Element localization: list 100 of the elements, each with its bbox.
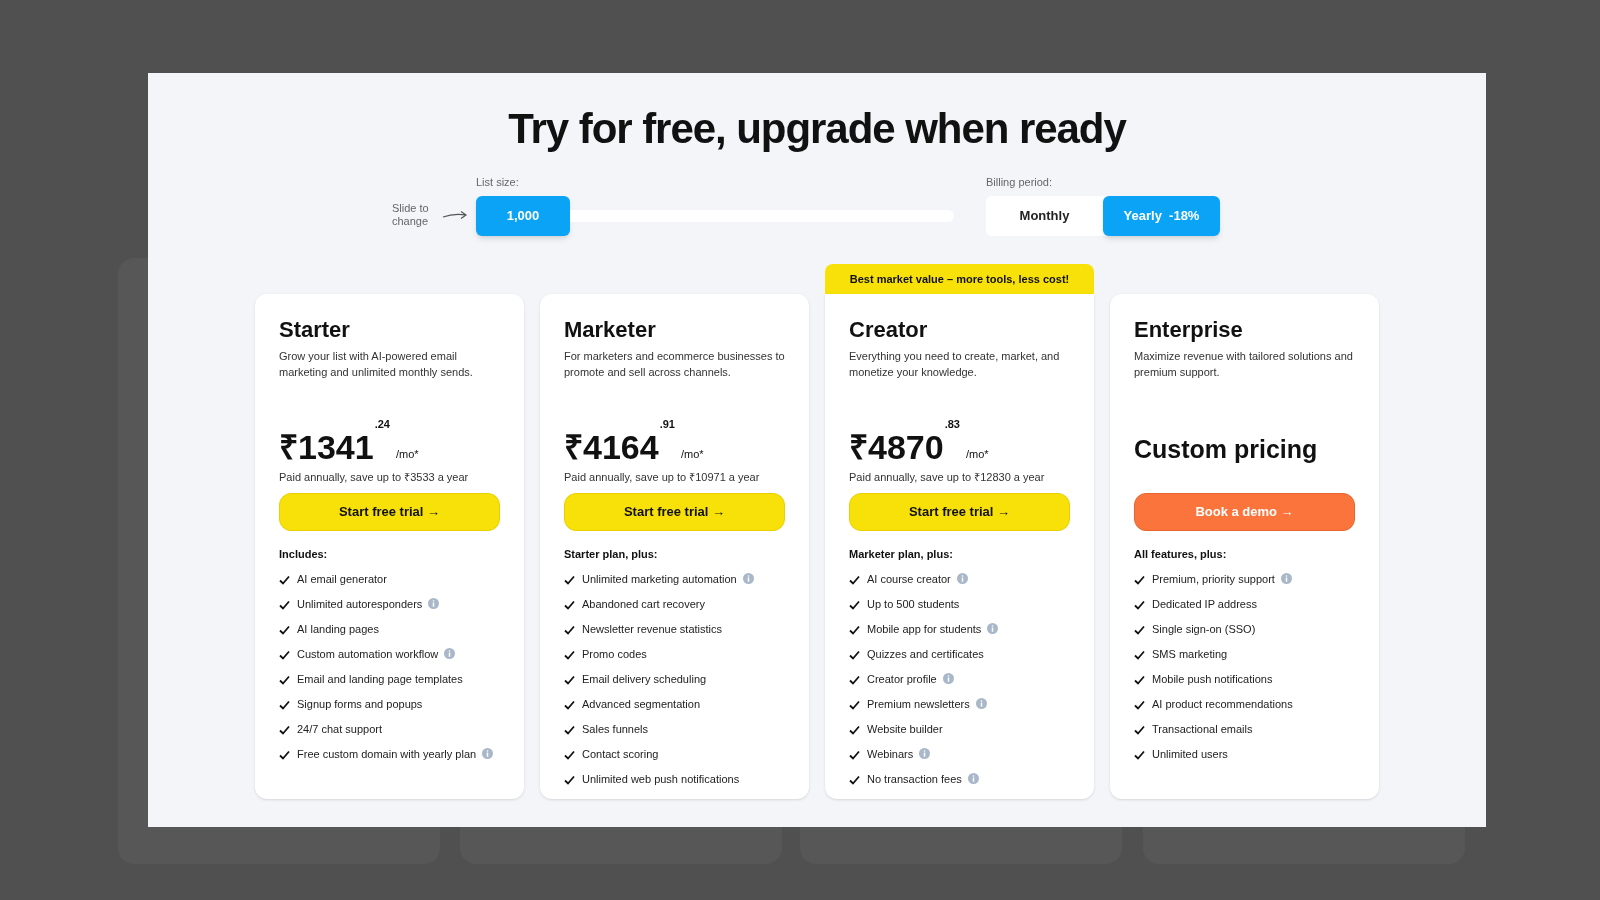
price-amount: ₹1341 <box>279 429 374 464</box>
check-icon <box>564 600 575 610</box>
best-value-badge: Best market value – more tools, less cost! <box>825 264 1094 294</box>
feature-text: Signup forms and popups <box>297 697 423 712</box>
feature-text: Unlimited users <box>1152 747 1228 762</box>
feature-text: Email delivery scheduling <box>582 672 707 687</box>
features-heading: Starter plan, plus: <box>564 546 659 562</box>
feature-text: No transaction fees <box>867 771 979 788</box>
check-icon <box>564 725 575 735</box>
feature-text: Mobile push notifications <box>1152 672 1273 687</box>
feature-text: Single sign-on (SSO) <box>1152 622 1256 637</box>
price-cents: .24 <box>374 416 390 432</box>
price-unit: /mo* <box>680 447 704 462</box>
feature-text: Transactional emails <box>1152 722 1253 737</box>
feature-text: Dedicated IP address <box>1152 597 1257 612</box>
check-icon <box>849 575 860 585</box>
feature-text: Webinars <box>867 746 931 763</box>
check-icon <box>849 650 860 660</box>
check-icon <box>1134 700 1145 710</box>
info-icon[interactable] <box>919 748 931 759</box>
check-icon <box>279 725 290 735</box>
start-trial-button[interactable]: Start free trial → <box>564 492 785 531</box>
billing-note: Paid annually, save up to ₹10971 a year <box>564 469 761 485</box>
feature-text: Email and landing page templates <box>297 672 463 687</box>
check-icon <box>849 750 860 760</box>
feature-text: Unlimited web push notifications <box>582 772 740 787</box>
feature-text: AI product recommendations <box>1152 697 1293 712</box>
feature-text: Mobile app for students <box>867 621 999 638</box>
feature-text: Newsletter revenue statistics <box>582 622 722 637</box>
price-amount: ₹4164 <box>564 429 659 464</box>
feature-text: 24/7 chat support <box>297 722 382 737</box>
feature-text: Premium newsletters <box>867 696 987 713</box>
info-icon[interactable] <box>742 573 754 584</box>
check-icon <box>1134 575 1145 585</box>
check-icon <box>279 750 290 760</box>
check-icon <box>1134 750 1145 760</box>
check-icon <box>564 625 575 635</box>
info-icon[interactable] <box>1280 573 1292 584</box>
info-icon[interactable] <box>987 623 999 634</box>
price-cents: .83 <box>944 416 960 432</box>
feature-text: Free custom domain with yearly plan <box>297 746 494 763</box>
check-icon <box>849 600 860 610</box>
info-icon[interactable] <box>975 698 987 709</box>
feature-text: Website builder <box>867 722 943 737</box>
features-heading: All features, plus: <box>1134 546 1228 562</box>
check-icon <box>564 775 575 785</box>
plan-description: Everything you need to create, market, and monetize your knowledge. <box>849 348 1061 380</box>
check-icon <box>1134 650 1145 660</box>
feature-text: SMS marketing <box>1152 647 1228 662</box>
info-icon[interactable] <box>967 773 979 784</box>
feature-text: AI course creator <box>867 571 968 588</box>
page-title: Try for free, upgrade when ready <box>508 104 1126 154</box>
hint-text: Slide to change <box>392 202 430 228</box>
check-icon <box>279 700 290 710</box>
check-icon <box>279 625 290 635</box>
feature-text: Unlimited autoresponders <box>297 596 440 613</box>
check-icon <box>849 725 860 735</box>
check-icon <box>849 675 860 685</box>
check-icon <box>564 650 575 660</box>
field-label: List size: <box>476 174 520 190</box>
field-label: Billing period: <box>986 174 1054 190</box>
check-icon <box>564 700 575 710</box>
check-icon <box>279 600 290 610</box>
feature-text: Advanced segmentation <box>582 697 701 712</box>
check-icon <box>279 650 290 660</box>
check-icon <box>564 750 575 760</box>
info-icon[interactable] <box>942 673 954 684</box>
info-icon[interactable] <box>482 748 494 759</box>
plan-name: Creator <box>849 316 929 344</box>
check-icon <box>564 675 575 685</box>
price-unit: /mo* <box>965 447 989 462</box>
billing-note: Paid annually, save up to ₹12830 a year <box>849 469 1046 485</box>
check-icon <box>279 575 290 585</box>
check-icon <box>1134 625 1145 635</box>
check-icon <box>279 675 290 685</box>
slider-track[interactable] <box>570 210 954 222</box>
price-unit: /mo* <box>395 447 419 462</box>
check-icon <box>849 625 860 635</box>
plan-name: Enterprise <box>1134 316 1244 344</box>
feature-text: Premium, priority support <box>1152 571 1292 588</box>
feature-text: AI landing pages <box>297 622 379 637</box>
check-icon <box>1134 675 1145 685</box>
start-trial-button[interactable]: Start free trial → <box>279 492 500 531</box>
feature-text: AI email generator <box>297 572 387 587</box>
check-icon <box>849 700 860 710</box>
feature-text: Up to 500 students <box>867 597 960 612</box>
feature-text: Promo codes <box>582 647 647 662</box>
check-icon <box>849 775 860 785</box>
check-icon <box>1134 725 1145 735</box>
price-amount: ₹4870 <box>849 429 944 464</box>
info-icon[interactable] <box>428 598 440 609</box>
info-icon[interactable] <box>956 573 968 584</box>
custom-pricing: Custom pricing <box>1134 436 1318 462</box>
price-cents: .91 <box>659 416 675 432</box>
plan-description: Maximize revenue with tailored solutions and premium support. <box>1134 348 1354 380</box>
feature-text: Quizzes and certificates <box>867 647 984 662</box>
feature-text: Creator profile <box>867 671 954 688</box>
features-heading: Includes: <box>279 546 329 562</box>
start-trial-button[interactable]: Start free trial → <box>849 492 1070 531</box>
info-icon[interactable] <box>444 648 456 659</box>
